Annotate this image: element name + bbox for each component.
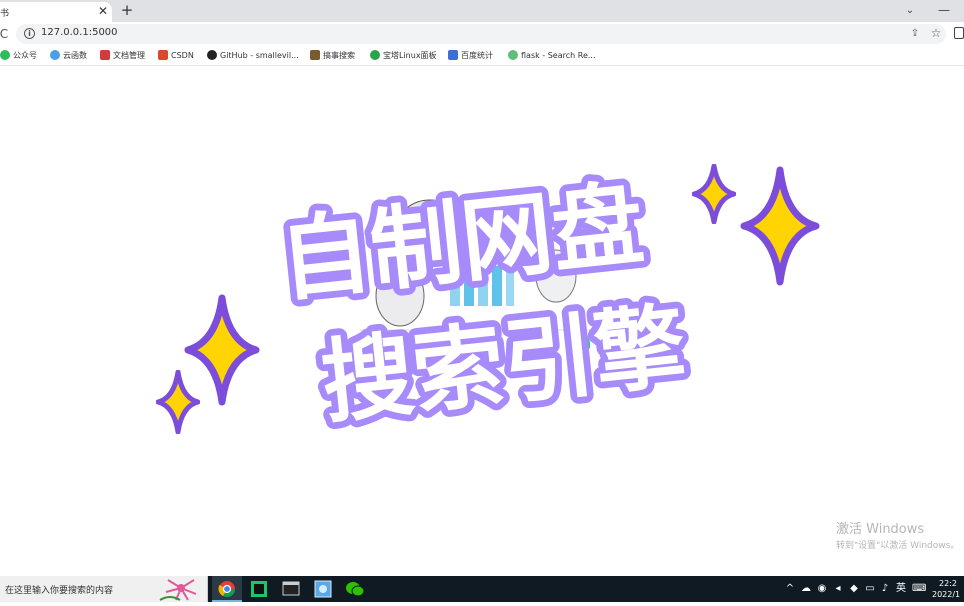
- pycharm-icon: [251, 581, 267, 597]
- bookmark-item[interactable]: CSDN: [158, 49, 194, 63]
- bookmark-label: 搞事搜索: [323, 51, 355, 60]
- windows-taskbar: 在这里输入你要搜索的内容 ^ ☁ ◉ ◂ ◆ ▭ ♪ 英 ⌨ 22:2 2022…: [0, 576, 964, 602]
- activation-title: 激活 Windows: [836, 522, 925, 537]
- tab-strip: 书 ✕ + ⌄ —: [0, 0, 964, 22]
- tray-app-icon[interactable]: ◉: [816, 582, 828, 596]
- chrome-icon: [218, 581, 236, 598]
- bookmark-label: 云函数: [63, 51, 87, 60]
- bookmark-item[interactable]: 宝塔Linux面板: [370, 49, 437, 63]
- shield-icon[interactable]: ◆: [848, 582, 860, 596]
- screenshot-tool-icon: [314, 580, 332, 598]
- github-icon: [207, 49, 217, 60]
- address-bar[interactable]: i 127.0.0.1:5000 ⇪ ☆: [16, 24, 946, 44]
- side-panel-icon[interactable]: [954, 27, 964, 39]
- baidu-icon: [448, 49, 458, 60]
- wechat-icon: [346, 582, 365, 597]
- bookmark-label: CSDN: [171, 51, 194, 60]
- csdn-icon: [158, 49, 168, 60]
- tab-title: 书: [0, 9, 10, 19]
- reload-icon[interactable]: C: [0, 25, 12, 43]
- bookmark-label: 公众号: [13, 51, 37, 60]
- doc-icon: [100, 49, 110, 60]
- keyboard-icon[interactable]: ⌨: [912, 582, 926, 596]
- baota-icon: [370, 49, 380, 60]
- taskbar-wechat-button[interactable]: [340, 576, 370, 602]
- url-text[interactable]: 127.0.0.1:5000: [41, 27, 118, 38]
- taskbar-search-placeholder: 在这里输入你要搜索的内容: [5, 586, 114, 596]
- browser-toolbar: C i 127.0.0.1:5000 ⇪ ☆: [0, 22, 964, 46]
- site-info-icon[interactable]: i: [24, 28, 35, 39]
- tray-chevron-icon[interactable]: ^: [784, 582, 796, 596]
- cloud-icon: [50, 49, 60, 60]
- input-language-indicator[interactable]: 英: [894, 582, 908, 596]
- taskbar-search-box[interactable]: 在这里输入你要搜索的内容: [0, 576, 208, 602]
- speaker-icon[interactable]: ♪: [879, 582, 891, 596]
- windows-activation-watermark: 激活 Windows 转到"设置"以激活 Windows。: [836, 518, 959, 551]
- bookmark-item[interactable]: 云函数: [50, 49, 87, 63]
- clock-time: 22:2: [939, 579, 957, 588]
- bookmark-item[interactable]: 百度统计: [448, 49, 493, 63]
- taskbar-terminal-button[interactable]: [276, 576, 306, 602]
- taskbar-chrome-button[interactable]: [212, 576, 242, 602]
- bookmark-label: 宝塔Linux面板: [383, 51, 437, 60]
- terminal-icon: [282, 581, 300, 596]
- tab-search-chevron-icon[interactable]: ⌄: [902, 3, 918, 19]
- video-title-overlay: 自制网盘 搜索引擎: [268, 164, 697, 443]
- bookmark-label: flask - Search Re...: [521, 51, 596, 60]
- search-book-icon: [310, 49, 320, 60]
- flower-decoration-icon: [159, 579, 197, 601]
- new-tab-button[interactable]: +: [118, 1, 136, 19]
- activation-subtitle: 转到"设置"以激活 Windows。: [836, 541, 960, 551]
- bookmark-label: 百度统计: [461, 51, 493, 60]
- browser-tab[interactable]: 书 ✕: [0, 2, 112, 22]
- page-viewport: 自制网盘 搜索引擎 激活 Windows 转到"设置"以激活 Windows。: [0, 66, 964, 576]
- flask-icon: [508, 49, 518, 60]
- minimize-button[interactable]: —: [936, 2, 952, 18]
- bookmark-item[interactable]: 文档管理: [100, 49, 145, 63]
- bookmark-item[interactable]: GitHub - smallevil...: [207, 49, 299, 63]
- bookmarks-bar: 公众号 云函数 文档管理 CSDN GitHub - smallevil... …: [0, 46, 964, 66]
- sparkle-star-icon: [740, 166, 820, 286]
- bookmark-item[interactable]: 搞事搜索: [310, 49, 355, 63]
- bookmark-item[interactable]: flask - Search Re...: [508, 49, 596, 63]
- title-line-2: 搜索引擎: [317, 293, 691, 437]
- bookmark-item[interactable]: 公众号: [0, 49, 37, 63]
- sparkle-star-icon: [156, 370, 200, 434]
- cloud-sync-icon[interactable]: ☁: [800, 582, 812, 596]
- taskbar-screenshot-button[interactable]: [308, 576, 338, 602]
- wechat-icon: [0, 49, 10, 60]
- close-tab-icon[interactable]: ✕: [96, 3, 110, 19]
- bookmark-label: 文档管理: [113, 51, 145, 60]
- volume-icon[interactable]: ◂: [832, 582, 844, 596]
- title-line-1: 自制网盘: [275, 171, 649, 315]
- system-clock[interactable]: 22:2 2022/1: [932, 578, 964, 600]
- bookmark-star-icon[interactable]: ☆: [929, 26, 943, 40]
- taskbar-pycharm-button[interactable]: [244, 576, 274, 602]
- share-icon[interactable]: ⇪: [908, 27, 922, 41]
- clock-date: 2022/1: [932, 590, 961, 599]
- network-icon[interactable]: ▭: [864, 582, 876, 596]
- bookmark-label: GitHub - smallevil...: [220, 51, 299, 60]
